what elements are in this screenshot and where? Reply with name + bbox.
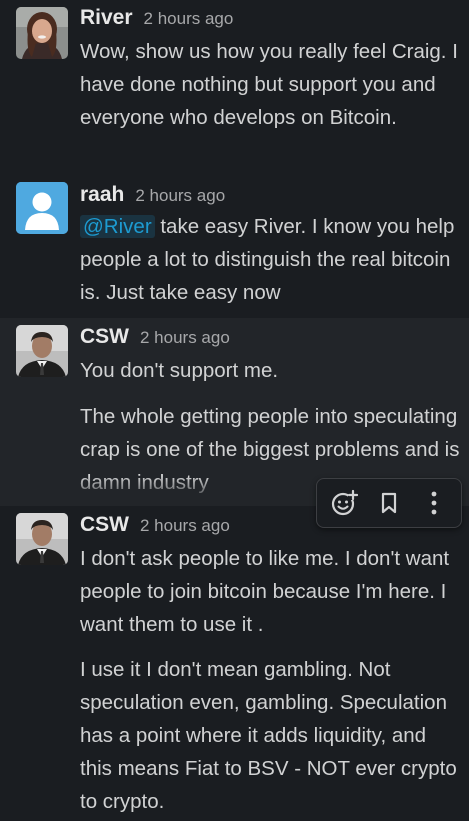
avatar-raah[interactable] <box>16 182 68 234</box>
message-text: I use it I don't mean gambling. Not spec… <box>80 658 457 813</box>
message-text: Wow, show us how you really feel Craig. … <box>80 40 458 129</box>
avatar-river[interactable] <box>16 7 68 59</box>
message-text: @River take easy River. I know you help … <box>80 210 463 309</box>
add-reaction-button[interactable] <box>325 484 363 522</box>
message-actions-toolbar <box>316 478 462 528</box>
avatar-csw[interactable] <box>16 325 68 377</box>
message-feed: River 2 hours ago Wow, show us how you r… <box>0 0 469 821</box>
timestamp[interactable]: 2 hours ago <box>135 186 225 206</box>
timestamp[interactable]: 2 hours ago <box>140 328 230 348</box>
avatar-csw[interactable] <box>16 513 68 565</box>
user-mention[interactable]: @River <box>80 215 155 238</box>
add-reaction-icon <box>331 489 358 516</box>
timestamp[interactable]: 2 hours ago <box>144 9 234 29</box>
author-name[interactable]: raah <box>80 183 124 207</box>
profile-photo-icon <box>16 325 68 377</box>
message-csw-2[interactable]: CSW 2 hours ago I don't ask people to li… <box>0 506 469 821</box>
message-text: You don't support me. <box>80 359 279 382</box>
default-user-icon <box>16 182 68 234</box>
save-for-later-button[interactable] <box>370 484 408 522</box>
message-raah[interactable]: raah 2 hours ago @River take easy River.… <box>0 176 469 312</box>
author-name[interactable]: CSW <box>80 513 129 537</box>
more-actions-button[interactable] <box>415 484 453 522</box>
message-river[interactable]: River 2 hours ago Wow, show us how you r… <box>0 0 469 176</box>
timestamp[interactable]: 2 hours ago <box>140 516 230 536</box>
author-name[interactable]: CSW <box>80 325 129 349</box>
bookmark-icon <box>381 492 397 514</box>
more-actions-icon <box>431 491 437 515</box>
author-name[interactable]: River <box>80 6 133 30</box>
profile-photo-icon <box>16 513 68 565</box>
message-text: I don't ask people to like me. I don't w… <box>80 547 450 636</box>
profile-photo-icon <box>16 7 68 59</box>
